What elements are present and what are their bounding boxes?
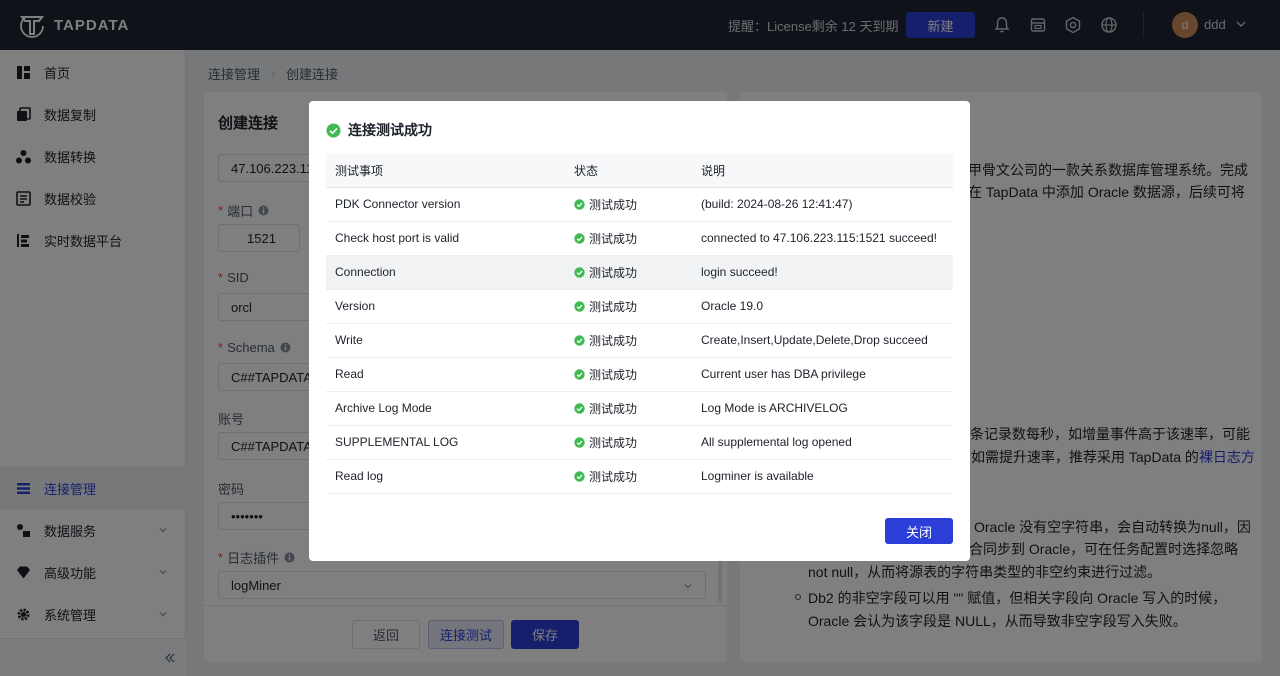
table-header-row: 测试事项 状态 说明 [326, 154, 953, 188]
test-status: 测试成功 [565, 391, 692, 426]
success-check-icon [574, 436, 585, 448]
status-text: 测试成功 [589, 333, 638, 348]
status-text: 测试成功 [589, 231, 638, 246]
test-description: Log Mode is ARCHIVELOG [692, 391, 953, 426]
success-check-icon [574, 300, 585, 312]
table-row: Connection 测试成功 login succeed! [326, 255, 953, 290]
test-status: 测试成功 [565, 255, 692, 290]
success-check-icon [574, 334, 585, 346]
test-description: Create,Insert,Update,Delete,Drop succeed [692, 323, 953, 358]
test-item: SUPPLEMENTAL LOG [326, 425, 565, 460]
column-header: 状态 [565, 154, 692, 188]
test-item: Archive Log Mode [326, 391, 565, 426]
table-row: PDK Connector version 测试成功 (build: 2024-08… [326, 187, 953, 222]
success-check-icon [574, 266, 585, 278]
close-button[interactable]: 关闭 [885, 518, 953, 544]
table-row: Read log 测试成功 Logminer is available [326, 459, 953, 494]
success-check-icon [574, 232, 585, 244]
test-status: 测试成功 [565, 289, 692, 324]
test-status: 测试成功 [565, 357, 692, 392]
table-row: Write 测试成功 Create,Insert,Update,Delete,Dro… [326, 323, 953, 358]
status-text: 测试成功 [589, 299, 638, 314]
column-header: 测试事项 [326, 154, 565, 188]
table-row: Check host port is valid 测试成功 connected to… [326, 221, 953, 256]
column-header: 说明 [692, 154, 953, 188]
table-row: SUPPLEMENTAL LOG 测试成功 All supplemental log… [326, 425, 953, 460]
status-text: 测试成功 [589, 197, 638, 212]
success-check-icon [574, 402, 585, 414]
test-description: connected to 47.106.223.115:1521 succeed… [692, 221, 953, 256]
table-row: Read 测试成功 Current user has DBA privilege [326, 357, 953, 392]
test-description: Oracle 19.0 [692, 289, 953, 324]
test-status: 测试成功 [565, 459, 692, 494]
success-check-icon [326, 123, 341, 137]
success-check-icon [574, 368, 585, 380]
dialog-title-text: 连接测试成功 [348, 122, 432, 138]
test-item: Read log [326, 459, 565, 494]
status-text: 测试成功 [589, 469, 638, 484]
test-item: Version [326, 289, 565, 324]
status-text: 测试成功 [589, 435, 638, 450]
test-item: Check host port is valid [326, 221, 565, 256]
test-item: PDK Connector version [326, 187, 565, 222]
status-text: 测试成功 [589, 367, 638, 382]
table-row: Version 测试成功 Oracle 19.0 [326, 289, 953, 324]
test-status: 测试成功 [565, 221, 692, 256]
test-result-table: 测试事项 状态 说明 PDK Connector version 测试成功 (bui… [326, 154, 953, 494]
table-row: Archive Log Mode 测试成功 Log Mode is ARCHIVEL… [326, 391, 953, 426]
test-item: Connection [326, 255, 565, 290]
test-result-dialog: 连接测试成功 测试事项 状态 说明 PDK Connector version 测… [309, 101, 970, 561]
test-status: 测试成功 [565, 187, 692, 222]
test-description: All supplemental log opened [692, 425, 953, 460]
test-description: Logminer is available [692, 459, 953, 494]
success-check-icon [574, 470, 585, 482]
test-status: 测试成功 [565, 323, 692, 358]
test-description: Current user has DBA privilege [692, 357, 953, 392]
test-item: Write [326, 323, 565, 358]
dialog-title: 连接测试成功 [326, 120, 432, 140]
test-description: (build: 2024-08-26 12:41:47) [692, 187, 953, 222]
status-text: 测试成功 [589, 401, 638, 416]
test-item: Read [326, 357, 565, 392]
success-check-icon [574, 198, 585, 210]
status-text: 测试成功 [589, 265, 638, 280]
test-status: 测试成功 [565, 425, 692, 460]
test-description: login succeed! [692, 255, 953, 290]
